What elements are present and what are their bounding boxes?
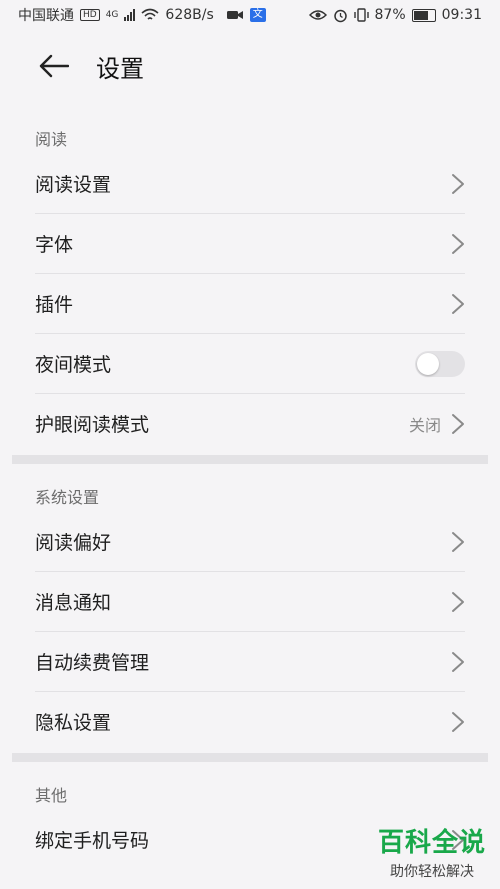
watermark-title: 百科全说 — [377, 828, 486, 858]
settings-list: 阅读阅读设置字体插件夜间模式护眼阅读模式 关闭系统设置阅读偏好消息通知自动续费管理… — [0, 102, 500, 869]
settings-row-label: 隐私设置 — [35, 712, 112, 734]
eye-icon — [308, 10, 327, 20]
settings-row[interactable]: 阅读偏好 — [35, 512, 465, 572]
section-label: 其他 — [35, 786, 68, 805]
settings-row-label: 阅读偏好 — [35, 532, 112, 554]
app-notification-icon: 文 — [249, 8, 266, 22]
chevron-right-icon — [452, 173, 464, 194]
settings-row-control: 关闭 — [409, 412, 465, 436]
settings-row-value: 关闭 — [408, 415, 441, 435]
wifi-icon — [141, 8, 159, 20]
section-divider — [12, 753, 488, 762]
battery-level — [413, 10, 429, 20]
network-type: 4G — [105, 10, 119, 20]
settings-row-control — [451, 531, 465, 553]
watermark-subtitle: 助你轻松解决 — [389, 864, 474, 880]
settings-row-control — [415, 350, 465, 377]
signal-icon — [124, 9, 136, 21]
chevron-right-icon — [452, 413, 464, 434]
chevron-right-icon — [452, 711, 464, 732]
header: 设置 — [0, 30, 500, 102]
settings-row[interactable]: 阅读设置 — [35, 154, 465, 214]
network-speed: 628B/s — [165, 7, 214, 23]
section-label: 系统设置 — [35, 488, 100, 507]
status-bar: 中国联通 HD 4G 628B/s 文 87% 09:31 — [0, 0, 500, 30]
battery-percent: 87% — [374, 7, 406, 23]
settings-row[interactable]: 自动续费管理 — [35, 632, 465, 692]
chevron-right-icon — [452, 531, 464, 552]
carrier-name: 中国联通 — [18, 8, 74, 24]
settings-row-label: 字体 — [35, 234, 74, 256]
settings-row-label: 护眼阅读模式 — [35, 414, 150, 436]
settings-row[interactable]: 消息通知 — [35, 572, 465, 632]
settings-row[interactable]: 护眼阅读模式 关闭 — [35, 394, 465, 453]
chevron-right-icon — [452, 651, 464, 672]
settings-items: 阅读偏好消息通知自动续费管理 隐私设置 — [0, 512, 500, 751]
back-arrow-icon — [39, 54, 69, 78]
settings-row-control — [451, 591, 465, 613]
settings-row-control — [451, 293, 465, 315]
settings-row[interactable]: 隐私设置 — [35, 692, 465, 751]
chevron-right-icon — [452, 293, 464, 314]
back-button[interactable] — [34, 46, 74, 86]
settings-row[interactable]: 插件 — [35, 274, 465, 334]
page-title: 设置 — [96, 54, 144, 83]
toggle-knob — [417, 352, 439, 375]
settings-section: 阅读阅读设置字体插件夜间模式护眼阅读模式 关闭 — [0, 102, 500, 453]
battery-icon — [411, 8, 436, 22]
alarm-icon — [333, 9, 347, 22]
settings-row-label: 夜间模式 — [35, 354, 112, 376]
settings-section: 系统设置阅读偏好消息通知自动续费管理 隐私设置 — [0, 464, 500, 751]
settings-row-label: 插件 — [35, 294, 74, 316]
section-divider — [12, 455, 488, 464]
settings-row[interactable]: 夜间模式 — [35, 334, 465, 394]
settings-row-control — [451, 651, 465, 673]
settings-row-label: 消息通知 — [35, 592, 112, 614]
settings-row-control — [451, 233, 465, 255]
vibrate-icon — [353, 8, 369, 22]
settings-items: 阅读设置字体插件夜间模式护眼阅读模式 关闭 — [0, 154, 500, 453]
settings-row-label: 阅读设置 — [35, 174, 112, 196]
chevron-right-icon — [452, 591, 464, 612]
clock: 09:31 — [441, 7, 482, 23]
settings-row-control — [451, 711, 465, 733]
settings-row-label: 自动续费管理 — [35, 652, 150, 674]
settings-row-control — [451, 173, 465, 195]
watermark: 百科全说 助你轻松解决 — [378, 822, 486, 881]
section-label: 阅读 — [35, 130, 68, 149]
video-camera-icon — [226, 11, 243, 19]
settings-row-label: 绑定手机号码 — [35, 830, 150, 852]
settings-row[interactable]: 字体 — [35, 214, 465, 274]
chevron-right-icon — [452, 233, 464, 254]
night-mode-toggle[interactable] — [415, 350, 465, 377]
hd-badge: HD — [80, 9, 100, 21]
